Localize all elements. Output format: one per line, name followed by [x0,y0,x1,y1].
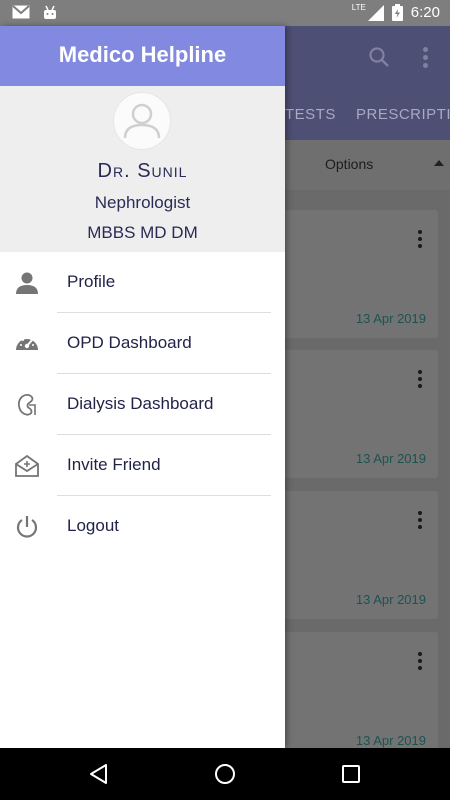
tab-prescriptions[interactable]: PRESCRIPTIO [356,106,450,123]
card-date: 13 Apr 2019 [355,733,426,748]
network-type: LTE [351,3,366,12]
menu-item-label: OPD Dashboard [67,333,192,352]
menu-item-label: Dialysis Dashboard [67,394,214,413]
person-icon [16,272,38,294]
navigation-drawer: Medico Helpline Dr. Sunil Nephrologist M… [0,26,285,748]
app-title: Medico Helpline [58,42,227,67]
menu-item-label: Profile [67,272,116,291]
mail-open-icon [15,454,39,477]
menu-item-opd-dashboard[interactable]: OPD Dashboard [0,313,285,374]
battery-icon [391,4,403,21]
menu-item-dialysis-dashboard[interactable]: Dialysis Dashboard [0,374,285,435]
signal-icon [367,4,384,21]
record-card[interactable]: 13 Apr 2019 [262,491,438,619]
status-bar: LTE 6:20 [0,0,450,26]
tab-tests[interactable]: TESTS [285,106,336,123]
card-menu-icon[interactable] [418,652,422,673]
power-icon [16,516,38,538]
doctor-specialty: Nephrologist [94,193,191,212]
android-icon [44,5,56,19]
overflow-menu-icon[interactable] [423,47,428,68]
person-avatar-icon [123,103,161,139]
recents-icon[interactable] [339,762,363,786]
record-card[interactable]: 13 Apr 2019 [262,350,438,478]
doctor-degree: MBBS MD DM [87,223,198,242]
dropdown-caret-icon [434,160,444,166]
card-menu-icon[interactable] [418,370,422,391]
doctor-name: Dr. Sunil [97,160,188,182]
card-menu-icon[interactable] [418,230,422,251]
menu-item-label: Logout [67,516,119,535]
doctor-profile: Dr. Sunil Nephrologist MBBS MD DM [0,86,285,252]
system-nav-bar [0,748,450,800]
card-menu-icon[interactable] [418,511,422,532]
menu-item-invite-friend[interactable]: Invite Friend [0,435,285,496]
search-icon[interactable] [368,46,390,68]
home-icon[interactable] [213,762,237,786]
avatar[interactable] [113,92,171,150]
drawer-header: Medico Helpline [0,26,285,86]
menu-item-label: Invite Friend [67,455,161,474]
card-date: 13 Apr 2019 [355,592,426,607]
menu-item-logout[interactable]: Logout [0,496,285,557]
kidney-icon [17,394,36,416]
screen: LTE 6:20 TESTS PRESCRIPTIO Options [0,0,450,800]
record-card[interactable]: 13 Apr 2019 [262,632,438,748]
speedometer-icon [16,339,38,350]
drawer-menu: Profile OPD Dashboard Dialysis Dashboard… [0,252,285,557]
clock: 6:20 [410,4,440,21]
menu-item-profile[interactable]: Profile [0,252,285,313]
card-date: 13 Apr 2019 [355,451,426,466]
options-label: Options [325,156,374,172]
gmail-icon [12,5,30,19]
card-date: 13 Apr 2019 [355,311,426,326]
record-card[interactable]: 13 Apr 2019 [262,210,438,338]
back-icon[interactable] [87,762,111,786]
